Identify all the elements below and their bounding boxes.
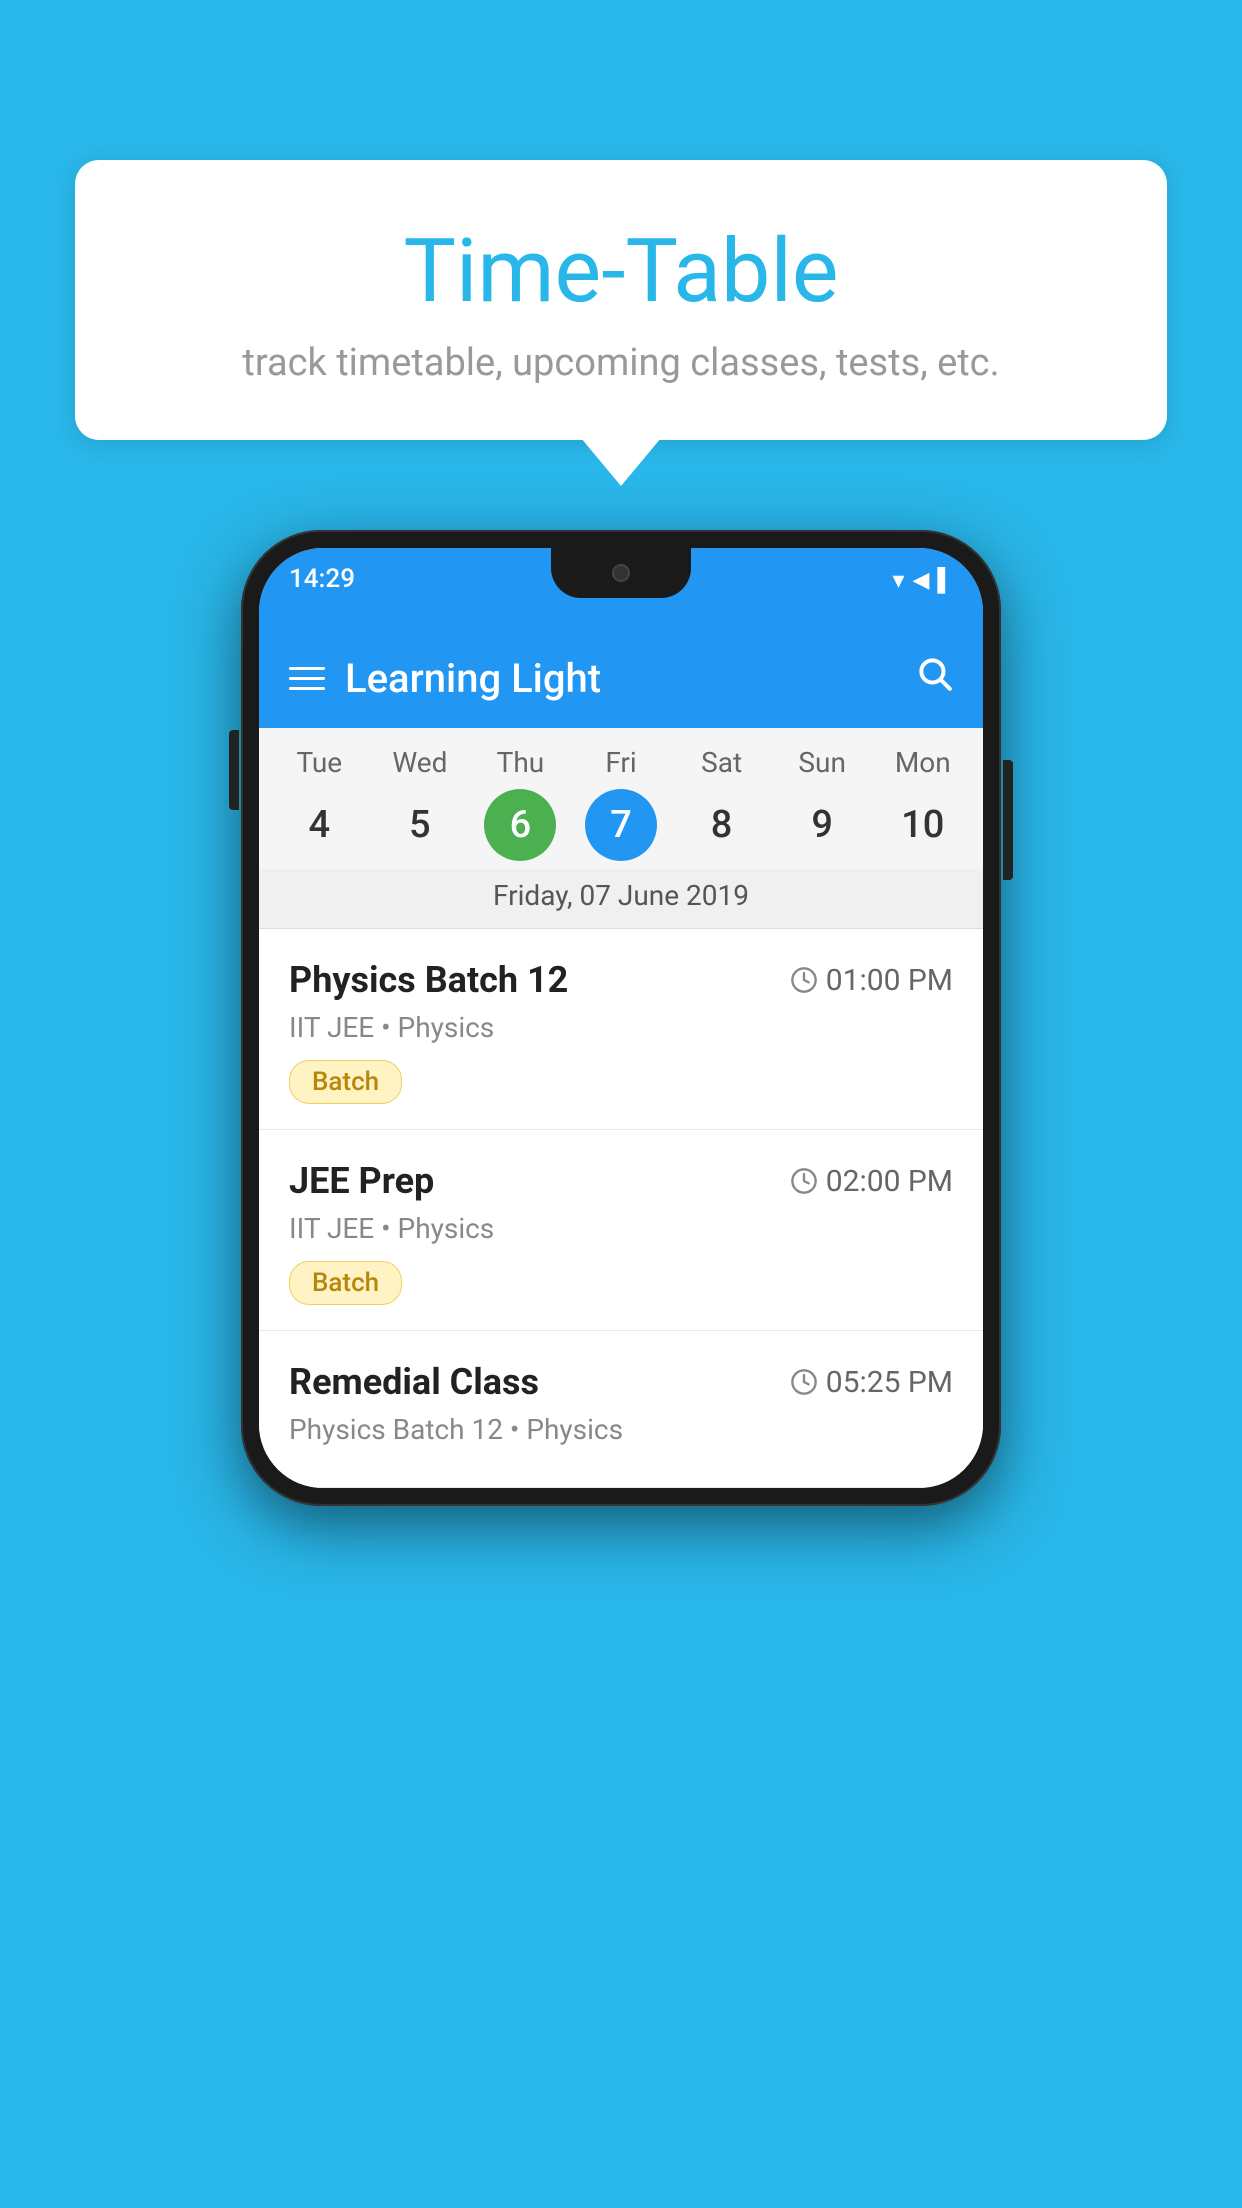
schedule-header: JEE Prep 02:00 PM <box>289 1160 953 1202</box>
class-meta: Physics Batch 12 • Physics <box>289 1413 953 1446</box>
calendar-section: Tue 4 Wed 5 Thu 6 Fri 7 Sat 8 Sun 9 Mon 10 Friday, 07… <box>259 728 983 929</box>
batch-badge: Batch <box>289 1261 402 1305</box>
phone-mockup: 14:29 ▾ ◀ ▌ Learning Light <box>241 530 1001 1506</box>
battery-icon: ▌ <box>937 567 953 593</box>
class-time: 05:25 PM <box>790 1365 953 1400</box>
class-name: JEE Prep <box>289 1160 434 1202</box>
bubble-subtitle: track timetable, upcoming classes, tests… <box>125 341 1117 385</box>
day-number: 4 <box>283 789 355 861</box>
time-text: 01:00 PM <box>826 963 953 998</box>
day-name: Fri <box>605 746 636 779</box>
selected-date-label: Friday, 07 June 2019 <box>259 869 983 929</box>
clock-icon <box>790 1368 818 1396</box>
clock-icon <box>790 966 818 994</box>
schedule-list: Physics Batch 12 01:00 PM IIT JEE • Physi… <box>259 929 983 1488</box>
app-bar: Learning Light <box>259 628 983 728</box>
batch-badge: Batch <box>289 1060 402 1104</box>
status-time: 14:29 <box>289 564 355 594</box>
camera <box>612 564 630 582</box>
day-name: Wed <box>392 746 447 779</box>
time-text: 02:00 PM <box>826 1164 953 1199</box>
day-number: 9 <box>786 789 858 861</box>
speech-bubble-container: Time-Table track timetable, upcoming cla… <box>75 160 1167 440</box>
clock-icon <box>790 1167 818 1195</box>
day-name: Mon <box>895 746 951 779</box>
schedule-item[interactable]: Physics Batch 12 01:00 PM IIT JEE • Physi… <box>259 929 983 1130</box>
wifi-icon: ▾ <box>892 566 904 594</box>
bubble-title: Time-Table <box>125 220 1117 323</box>
class-time: 01:00 PM <box>790 963 953 998</box>
day-col-wed[interactable]: Wed 5 <box>370 746 471 861</box>
phone-screen: 14:29 ▾ ◀ ▌ Learning Light <box>259 548 983 1488</box>
day-col-fri[interactable]: Fri 7 <box>571 746 672 861</box>
class-meta: IIT JEE • Physics <box>289 1212 953 1245</box>
class-name: Remedial Class <box>289 1361 539 1403</box>
class-meta: IIT JEE • Physics <box>289 1011 953 1044</box>
speech-bubble: Time-Table track timetable, upcoming cla… <box>75 160 1167 440</box>
day-number: 6 <box>484 789 556 861</box>
day-number: 10 <box>887 789 959 861</box>
schedule-item[interactable]: Remedial Class 05:25 PM Physics Batch 12 … <box>259 1331 983 1488</box>
phone-outer: 14:29 ▾ ◀ ▌ Learning Light <box>241 530 1001 1506</box>
time-text: 05:25 PM <box>826 1365 953 1400</box>
search-icon[interactable] <box>915 654 953 702</box>
day-col-sat[interactable]: Sat 8 <box>671 746 772 861</box>
class-time: 02:00 PM <box>790 1164 953 1199</box>
day-number: 7 <box>585 789 657 861</box>
days-row: Tue 4 Wed 5 Thu 6 Fri 7 Sat 8 Sun 9 Mon 10 <box>259 728 983 869</box>
status-bar: 14:29 ▾ ◀ ▌ <box>259 548 983 628</box>
day-name: Sat <box>701 746 742 779</box>
status-icons: ▾ ◀ ▌ <box>892 566 953 594</box>
day-name: Tue <box>296 746 342 779</box>
day-name: Sun <box>798 746 846 779</box>
app-title: Learning Light <box>345 655 915 702</box>
day-number: 5 <box>384 789 456 861</box>
menu-icon[interactable] <box>289 667 325 690</box>
day-col-sun[interactable]: Sun 9 <box>772 746 873 861</box>
day-number: 8 <box>686 789 758 861</box>
signal-icon: ◀ <box>912 568 929 593</box>
schedule-header: Physics Batch 12 01:00 PM <box>289 959 953 1001</box>
notch <box>551 548 691 598</box>
day-col-mon[interactable]: Mon 10 <box>872 746 973 861</box>
schedule-header: Remedial Class 05:25 PM <box>289 1361 953 1403</box>
day-col-thu[interactable]: Thu 6 <box>470 746 571 861</box>
day-name: Thu <box>497 746 545 779</box>
day-col-tue[interactable]: Tue 4 <box>269 746 370 861</box>
class-name: Physics Batch 12 <box>289 959 568 1001</box>
schedule-item[interactable]: JEE Prep 02:00 PM IIT JEE • Physics Batch <box>259 1130 983 1331</box>
